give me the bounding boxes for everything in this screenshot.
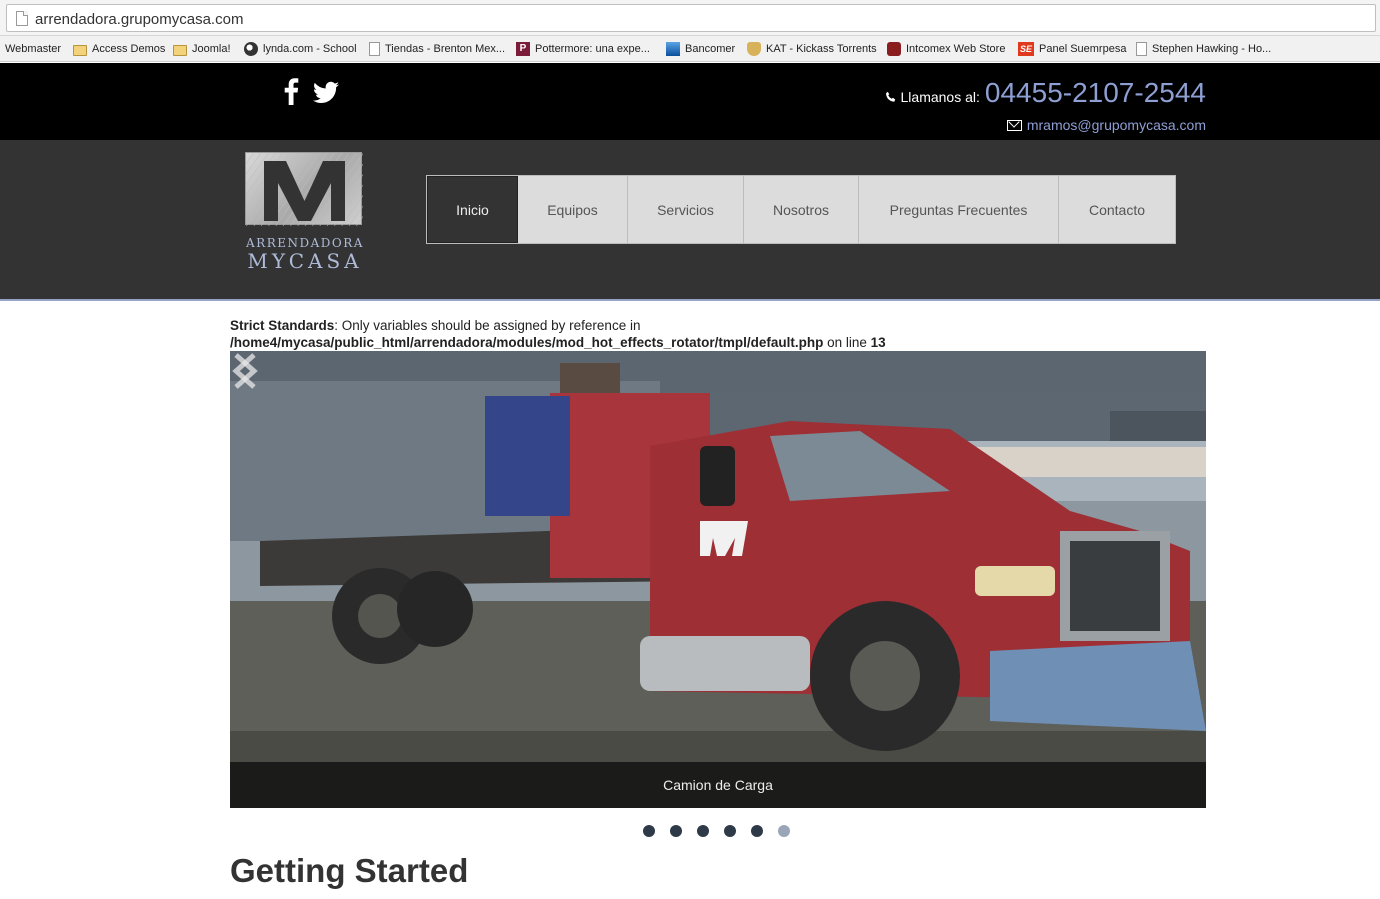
nav-preguntas-frecuentes[interactable]: Preguntas Frecuentes <box>859 176 1059 243</box>
slide-image-truck <box>230 351 1206 808</box>
browser-address-bar: arrendadora.grupomycasa.com <box>0 0 1380 36</box>
logo-text-mycasa: MYCASA <box>247 249 363 273</box>
main-nav: Inicio Equipos Servicios Nosotros Pregun… <box>426 175 1176 244</box>
bookmark-label: Joomla! <box>192 43 231 55</box>
warning-path: /home4/mycasa/public_html/arrendadora/mo… <box>230 334 824 350</box>
bookmark-label: Panel Suemrpesa <box>1039 43 1127 55</box>
bookmarks-bar: Webmaster Access Demos Joomla! lynda.com… <box>0 36 1380 62</box>
php-warning: Strict Standards: Only variables should … <box>230 318 1130 351</box>
logo-text-arrendadora: ARRENDADORA <box>246 236 364 250</box>
site-header: ARRENDADORA MYCASA Inicio Equipos Servic… <box>0 140 1380 301</box>
bookmark-label: Tiendas - Brenton Mex... <box>385 43 506 55</box>
bookmark-access-demos[interactable]: Access Demos <box>73 40 165 58</box>
phone-icon <box>885 91 895 102</box>
bancomer-icon <box>666 42 680 56</box>
bookmark-label: Stephen Hawking - Ho... <box>1152 43 1272 55</box>
bookmark-label: Intcomex Web Store <box>906 43 1006 55</box>
bookmark-label: Webmaster <box>5 43 62 55</box>
slider-dot-5[interactable] <box>751 825 763 837</box>
bookmark-pottermore[interactable]: P Pottermore: una expe... <box>516 40 650 58</box>
email-address[interactable]: mramos@grupomycasa.com <box>1027 117 1206 133</box>
warning-message: : Only variables should be assigned by r… <box>334 318 641 333</box>
facebook-icon[interactable] <box>282 77 300 105</box>
nav-nosotros[interactable]: Nosotros <box>744 176 859 243</box>
page-icon <box>1136 42 1147 56</box>
slider-dot-1[interactable] <box>643 825 655 837</box>
kat-icon <box>747 42 761 56</box>
phone-contact: Llamanos al: 04455-2107-2544 <box>885 77 1206 109</box>
phone-label: Llamanos al: <box>900 89 980 105</box>
twitter-icon[interactable] <box>312 81 340 105</box>
bookmark-label: lynda.com - School <box>263 43 357 55</box>
slide-caption: Camion de Carga <box>230 762 1206 808</box>
warning-online: on line <box>823 334 871 350</box>
bookmark-label: Bancomer <box>685 43 736 55</box>
bookmark-webmaster[interactable]: Webmaster <box>5 40 61 58</box>
bookmark-panel-suemrpesa[interactable]: SE Panel Suemrpesa <box>1018 40 1126 58</box>
email-contact[interactable]: mramos@grupomycasa.com <box>1006 117 1206 133</box>
slider-dot-4[interactable] <box>724 825 736 837</box>
bookmark-label: Pottermore: una expe... <box>535 43 650 55</box>
nav-servicios[interactable]: Servicios <box>628 176 744 243</box>
intcomex-icon <box>887 42 901 56</box>
slider-dot-2[interactable] <box>670 825 682 837</box>
folder-icon <box>73 44 87 56</box>
url-field[interactable]: arrendadora.grupomycasa.com <box>6 4 1376 32</box>
bookmark-stephen-hawking[interactable]: Stephen Hawking - Ho... <box>1136 40 1271 58</box>
slider-pagination <box>643 825 805 837</box>
bookmark-label: Access Demos <box>92 43 166 55</box>
bookmark-joomla[interactable]: Joomla! <box>173 40 231 58</box>
bookmark-bancomer[interactable]: Bancomer <box>666 40 735 58</box>
slider-dot-3[interactable] <box>697 825 709 837</box>
bookmark-lynda[interactable]: lynda.com - School <box>244 40 357 58</box>
nav-contacto[interactable]: Contacto <box>1059 176 1175 243</box>
next-slide-arrow-icon[interactable] <box>230 351 260 391</box>
site-topbar: Llamanos al: 04455-2107-2544 mramos@grup… <box>0 63 1380 140</box>
folder-icon <box>173 44 187 56</box>
bookmark-tiendas[interactable]: Tiendas - Brenton Mex... <box>369 40 505 58</box>
se-icon: SE <box>1018 42 1034 56</box>
nav-inicio[interactable]: Inicio <box>427 176 518 243</box>
warning-type: Strict Standards <box>230 318 335 333</box>
lynda-icon <box>244 42 258 56</box>
slider-dot-6[interactable] <box>778 825 790 837</box>
phone-number[interactable]: 04455-2107-2544 <box>985 77 1206 109</box>
url-text[interactable]: arrendadora.grupomycasa.com <box>35 11 243 28</box>
warning-line-number: 13 <box>870 334 886 350</box>
logo[interactable]: ARRENDADORA MYCASA <box>244 152 366 273</box>
nav-equipos[interactable]: Equipos <box>518 176 628 243</box>
bookmark-intcomex[interactable]: Intcomex Web Store <box>887 40 1005 58</box>
image-slider[interactable]: Camion de Carga <box>230 351 1206 808</box>
envelope-icon <box>1006 119 1022 131</box>
page-icon <box>369 42 380 56</box>
pottermore-icon: P <box>516 42 530 56</box>
bookmark-label: KAT - Kickass Torrents <box>766 43 877 55</box>
bookmark-kat[interactable]: KAT - Kickass Torrents <box>747 40 877 58</box>
content-heading: Getting Started <box>230 852 469 889</box>
page-icon <box>16 11 28 26</box>
logo-mark <box>245 152 363 226</box>
